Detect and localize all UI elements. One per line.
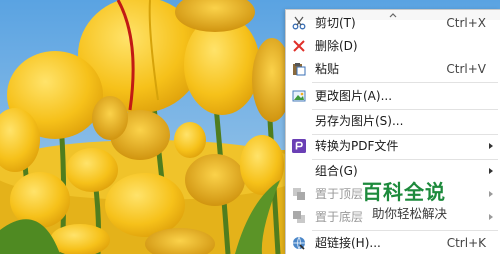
menu-item-paste[interactable]: 粘贴 Ctrl+V [286, 58, 500, 80]
menu-item-label: 删除(D) [315, 39, 358, 53]
paste-icon [292, 62, 306, 76]
submenu-arrow-icon [489, 191, 493, 197]
menu-item-label: 另存为图片(S)... [315, 114, 404, 128]
menu-item-save-as-picture[interactable]: 另存为图片(S)... [286, 110, 500, 132]
menu-item-label: 粘贴 [315, 62, 340, 76]
pdf-icon [292, 139, 306, 153]
menu-item-shortcut: Ctrl+V [446, 62, 486, 76]
menu-separator [312, 82, 498, 83]
menu-item-delete[interactable]: 删除(D) [286, 35, 500, 57]
scissors-icon [292, 16, 306, 30]
menu-item-change-picture[interactable]: 更改图片(A)... [286, 85, 500, 107]
watermark-subtitle: 助你轻松解决 [372, 206, 448, 221]
watermark: 百科全说 助你轻松解决 [362, 180, 462, 226]
menu-item-group[interactable]: 组合(G) [286, 160, 500, 182]
change-picture-icon [292, 89, 306, 103]
hyperlink-icon [292, 236, 306, 250]
menu-item-label: 组合(G) [315, 164, 358, 178]
submenu-arrow-icon [489, 214, 493, 220]
submenu-arrow-icon [489, 143, 493, 149]
menu-item-label: 更改图片(A)... [315, 89, 393, 103]
menu-item-shortcut: Ctrl+X [446, 16, 486, 30]
watermark-title: 百科全说 [362, 180, 446, 204]
send-to-back-icon [292, 210, 306, 224]
menu-item-convert-pdf[interactable]: 转换为PDF文件 [286, 135, 500, 157]
menu-item-label: 置于顶层 [315, 187, 364, 201]
bring-to-front-icon [292, 187, 306, 201]
menu-separator [312, 230, 498, 231]
submenu-arrow-icon [489, 168, 493, 174]
menu-item-shortcut: Ctrl+K [446, 236, 486, 250]
menu-item-label: 转换为PDF文件 [315, 139, 399, 153]
delete-x-icon [292, 39, 306, 53]
menu-item-label: 剪切(T) [315, 16, 356, 30]
menu-item-cut[interactable]: 剪切(T) Ctrl+X [286, 12, 500, 34]
menu-item-label: 置于底层 [315, 210, 364, 224]
menu-item-hyperlink[interactable]: 超链接(H)... Ctrl+K [286, 232, 500, 254]
menu-item-label: 超链接(H)... [315, 236, 381, 250]
